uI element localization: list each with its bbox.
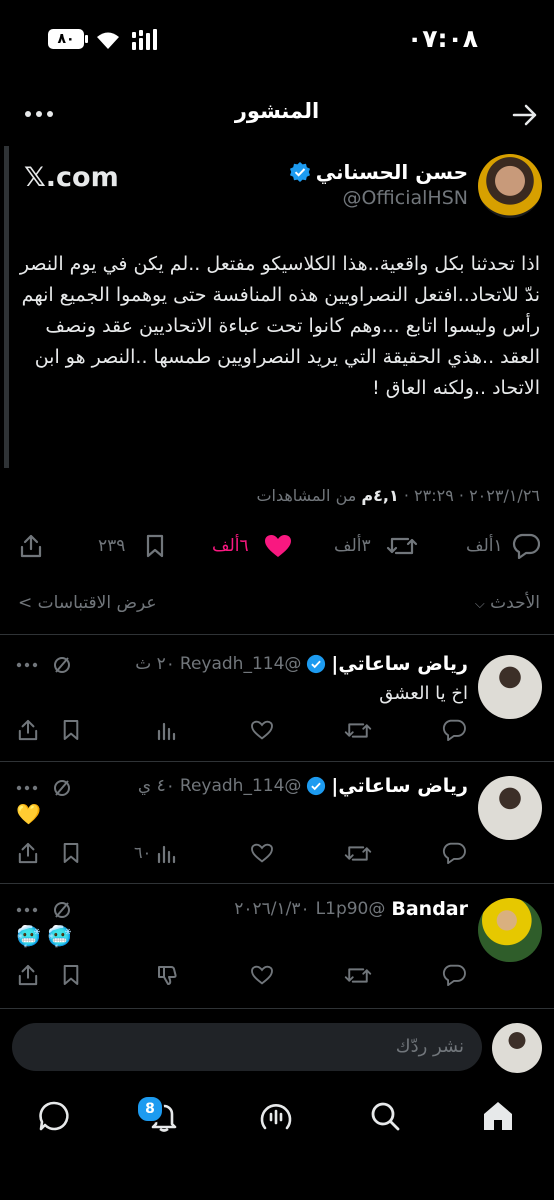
bookmark-icon[interactable]	[62, 842, 80, 864]
heart-icon[interactable]	[250, 843, 274, 863]
reply-item[interactable]: رياض ساعاتي| @Reyadh_114 ٢٠ ث اخ يا العش…	[0, 635, 554, 761]
views-icon[interactable]	[156, 721, 176, 741]
like-count: ٦ألف	[212, 536, 249, 556]
reply-time: ٢٠ ث	[135, 654, 175, 674]
views-icon[interactable]	[156, 844, 176, 864]
share-icon[interactable]	[18, 719, 38, 741]
reply-icon[interactable]	[442, 719, 466, 741]
grok-icon[interactable]	[52, 655, 72, 675]
search-icon[interactable]	[369, 1100, 401, 1132]
reply-avatar[interactable]	[478, 655, 542, 719]
post-views-label: من المشاهدات	[256, 486, 362, 505]
author-name-row: حسن الحسناني	[289, 160, 468, 184]
reply-author-name[interactable]: رياض ساعاتي|	[331, 775, 468, 797]
more-options-icon[interactable]	[16, 906, 38, 914]
share-icon[interactable]	[18, 964, 38, 986]
reply-icon[interactable]	[512, 533, 540, 559]
repost-icon[interactable]	[344, 965, 372, 986]
post-meta: ٢٠٢٣/١/٢٦ · ٢٣:٢٩ · ٤,١م من المشاهدات	[256, 486, 540, 505]
quote-bar	[4, 146, 9, 468]
view-quotes-link[interactable]: < عرض الاقتباسات	[18, 593, 157, 613]
repost-icon[interactable]	[386, 534, 418, 558]
post-body: اذا تحدثنا بكل واقعية..هذا الكلاسيكو مفت…	[19, 253, 540, 399]
chevron-left-icon: <	[18, 593, 38, 613]
author-handle[interactable]: @OfficialHSN	[342, 187, 468, 209]
bookmark-icon[interactable]	[62, 964, 80, 986]
repost-icon[interactable]	[344, 720, 372, 741]
heart-icon[interactable]	[250, 720, 274, 740]
battery-level: ٨٠	[57, 31, 75, 47]
reply-composer[interactable]: نشر ردّك	[12, 1023, 482, 1071]
reply-input[interactable]: نشر ردّك	[396, 1036, 464, 1057]
author-avatar[interactable]	[478, 154, 542, 218]
user-avatar[interactable]	[492, 1023, 542, 1073]
bookmark-count: ٢٣٩	[98, 536, 126, 556]
back-arrow-icon[interactable]	[512, 103, 538, 127]
more-options-icon[interactable]	[16, 784, 38, 792]
reply-avatar[interactable]	[478, 776, 542, 840]
battery-icon: ٨٠	[48, 29, 84, 49]
repost-count: ٣ألف	[334, 536, 371, 556]
sort-dropdown[interactable]: ⌵ الأحدث	[475, 593, 540, 613]
post-timestamp: ٢٠٢٣/١/٢٦ · ٢٣:٢٩ ·	[398, 486, 540, 505]
share-icon[interactable]	[20, 534, 42, 558]
reply-icon[interactable]	[442, 842, 466, 864]
verified-badge-icon	[306, 654, 326, 674]
reply-item[interactable]: Bandar @L1p90 ٢٠٢٦/١/٣٠ 🥶 🥶	[0, 884, 554, 1004]
reply-text: 💛	[16, 802, 41, 826]
reply-handle[interactable]: @Reyadh_114	[180, 654, 302, 674]
post-views-count: ٤,١م	[361, 486, 399, 505]
sort-label: الأحدث	[490, 593, 540, 613]
signal-icon	[131, 28, 159, 52]
reply-handle[interactable]: @L1p90	[316, 899, 386, 919]
reply-item[interactable]: رياض ساعاتي| @Reyadh_114 ٤٠ ي 💛 ٦٠	[0, 762, 554, 882]
reply-time: ٤٠ ي	[137, 776, 175, 796]
heart-filled-icon[interactable]	[264, 534, 292, 558]
reply-icon[interactable]	[442, 964, 466, 986]
messages-icon[interactable]	[38, 1100, 70, 1132]
status-time: ٠٧:٠٨	[406, 24, 478, 53]
author-name[interactable]: حسن الحسناني	[316, 160, 468, 184]
verified-badge-icon	[289, 161, 311, 183]
reply-handle[interactable]: @Reyadh_114	[180, 776, 302, 796]
grok-icon[interactable]	[52, 778, 72, 798]
bookmark-icon[interactable]	[62, 719, 80, 741]
repost-icon[interactable]	[344, 843, 372, 864]
bookmark-icon[interactable]	[145, 534, 165, 558]
notifications-badge: 8	[136, 1095, 164, 1123]
views-count: ٦٠	[134, 843, 152, 862]
source-link[interactable]: 𝕏.com	[24, 162, 119, 193]
divider	[0, 1008, 554, 1009]
verified-badge-icon	[306, 776, 326, 796]
reply-count: ١ألف	[466, 536, 503, 556]
reply-text: 🥶 🥶	[16, 924, 73, 948]
view-quotes-label: عرض الاقتباسات	[37, 593, 157, 613]
wifi-icon	[95, 29, 121, 51]
status-bar: ٠٧:٠٨ ٨٠	[0, 0, 554, 80]
heart-icon[interactable]	[250, 965, 274, 985]
reply-time: ٢٠٢٦/١/٣٠	[234, 899, 310, 919]
grok-icon[interactable]	[52, 900, 72, 920]
chevron-down-icon: ⌵	[474, 597, 485, 612]
reply-author-name[interactable]: Bandar	[391, 898, 468, 920]
share-icon[interactable]	[18, 842, 38, 864]
reply-text: اخ يا العشق	[379, 683, 468, 704]
reply-avatar[interactable]	[478, 898, 542, 962]
reply-author-name[interactable]: رياض ساعاتي|	[331, 653, 468, 675]
spaces-icon[interactable]	[259, 1100, 293, 1134]
page-title: المنشور	[234, 99, 320, 123]
more-options-icon[interactable]	[16, 661, 38, 669]
downvote-icon[interactable]	[156, 964, 178, 986]
home-icon[interactable]	[481, 1099, 515, 1133]
